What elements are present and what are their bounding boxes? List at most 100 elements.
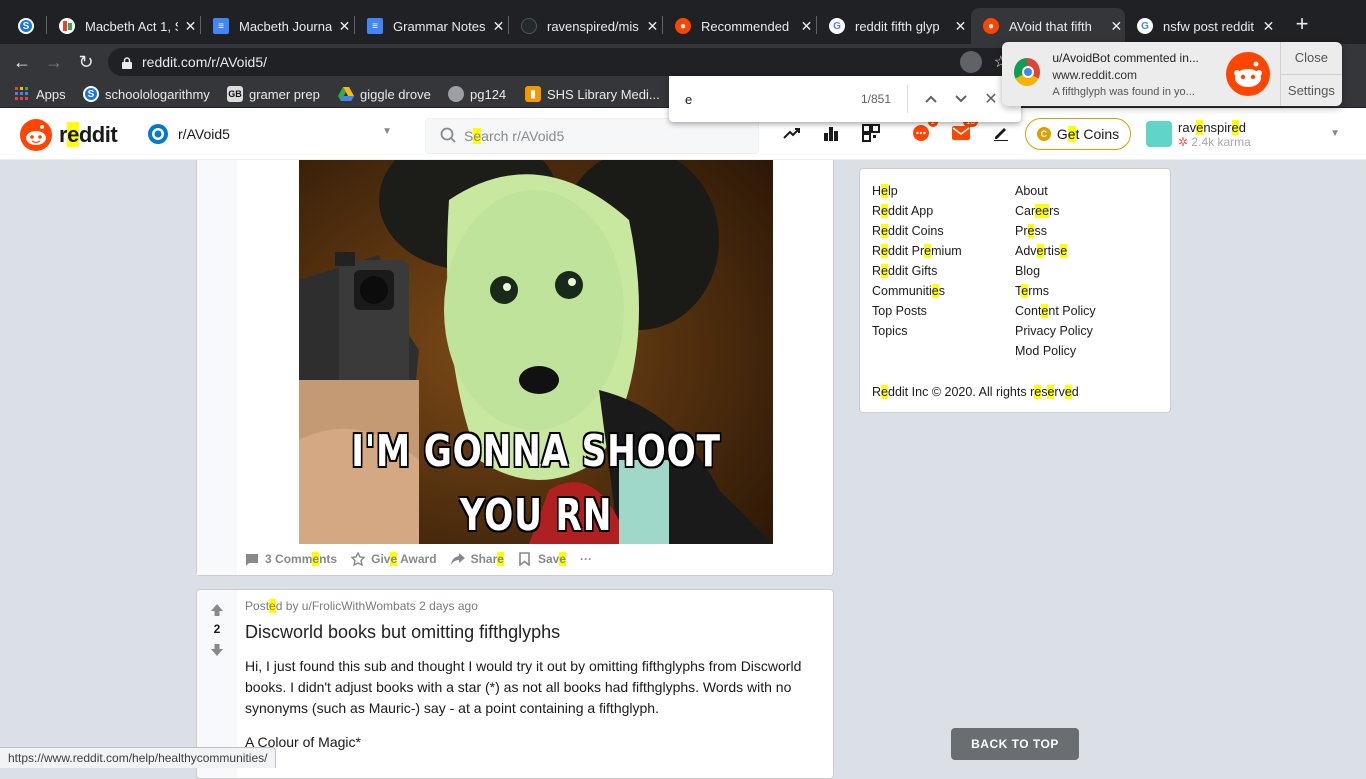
- bookmark-shs-library[interactable]: ▮ SHS Library Medi...: [525, 86, 660, 102]
- reddit-pass-icon[interactable]: [860, 122, 882, 144]
- zoom-icon[interactable]: [960, 51, 982, 73]
- new-tab-button[interactable]: +: [1290, 11, 1314, 36]
- footer-link-reddit-app[interactable]: Reddit App: [872, 203, 962, 223]
- reddit-logo[interactable]: reddit: [20, 119, 118, 151]
- close-tab-icon[interactable]: ✕: [336, 17, 353, 35]
- meme-caption-line1: I'M GONNA SHOOT: [351, 426, 721, 477]
- downvote-icon[interactable]: [209, 642, 225, 658]
- close-tab-icon[interactable]: ✕: [1108, 17, 1125, 35]
- footer-link-communities[interactable]: Communities: [872, 283, 962, 303]
- bookmark-label: giggle drove: [360, 86, 431, 102]
- footer-link-about[interactable]: About: [1015, 183, 1096, 203]
- chart-icon: [59, 18, 75, 34]
- footer-link-reddit-coins[interactable]: Reddit Coins: [872, 223, 962, 243]
- footer-link-reddit-premium[interactable]: Reddit Premium: [872, 243, 962, 263]
- notification-settings-button[interactable]: Settings: [1280, 73, 1342, 107]
- post-title[interactable]: Discworld books but omitting fifthglyphs: [245, 622, 560, 643]
- close-tab-icon[interactable]: ✕: [798, 17, 815, 35]
- footer-link-topics[interactable]: Topics: [872, 323, 962, 343]
- give-award-label: Give Award: [371, 552, 437, 566]
- search-icon: [440, 127, 456, 146]
- post-actions: 3 Comments Give Award Share Save ···: [245, 552, 606, 566]
- reddit-wordmark: reddit: [59, 122, 118, 147]
- notification-buttons: Close Settings: [1279, 42, 1342, 107]
- footer-link-terms[interactable]: Terms: [1015, 283, 1096, 303]
- save-button[interactable]: Save: [518, 552, 567, 566]
- close-tab-icon[interactable]: ✕: [182, 17, 199, 35]
- save-label: Save: [537, 552, 567, 566]
- tab-grammar-notes[interactable]: ≡ Grammar Notes ✕: [355, 8, 507, 44]
- user-menu[interactable]: ravenspired ✲ 2.4k karma ▼: [1146, 116, 1346, 152]
- tab-label: nsfw post reddit: [1163, 18, 1255, 34]
- footer-link-advertise[interactable]: Advertise: [1015, 243, 1096, 263]
- karma-count: ✲ 2.4k karma: [1178, 134, 1251, 149]
- trending-icon[interactable]: [781, 122, 803, 144]
- tab-nsfw-post[interactable]: G nsfw post reddit ✕: [1125, 8, 1277, 44]
- karma-text: 2.4k karma: [1191, 134, 1251, 149]
- footer-link-careers[interactable]: Careers: [1015, 203, 1096, 223]
- bookmark-giggle-drove[interactable]: giggle drove: [338, 86, 431, 102]
- back-to-top-button[interactable]: BACK TO TOP: [951, 728, 1079, 760]
- desktop-notification[interactable]: u/AvoidBot commented in... www.reddit.co…: [1002, 42, 1342, 106]
- user-info: ravenspired ✲ 2.4k karma: [1178, 119, 1251, 149]
- footer-link-top-posts[interactable]: Top Posts: [872, 303, 962, 323]
- footer-link-privacy-policy[interactable]: Privacy Policy: [1015, 323, 1096, 343]
- schoology-icon: S: [83, 86, 99, 102]
- bookmark-apps[interactable]: Apps: [14, 86, 66, 102]
- close-tab-icon[interactable]: ✕: [952, 17, 969, 35]
- find-match-count: 1/851: [860, 92, 891, 106]
- schoology-icon: S: [18, 18, 34, 34]
- address-bar[interactable]: reddit.com/r/AVoid5/ ☆: [108, 48, 1028, 76]
- footer-link-blog[interactable]: Blog: [1015, 263, 1096, 283]
- get-coins-button[interactable]: C Get Coins: [1025, 118, 1131, 150]
- post-card: 2 Posted by u/FrolicWithWombats 2 days a…: [196, 589, 834, 779]
- bookmark-schoology[interactable]: S schoolologarithmy: [83, 86, 210, 102]
- footer-link-content-policy[interactable]: Content Policy: [1015, 303, 1096, 323]
- footer-link-mod-policy[interactable]: Mod Policy: [1015, 343, 1096, 363]
- coin-icon: C: [1036, 127, 1051, 141]
- close-tab-icon[interactable]: ✕: [1260, 17, 1277, 35]
- apps-grid-icon: [14, 86, 30, 102]
- mail-icon[interactable]: 13: [950, 116, 978, 144]
- find-input[interactable]: e: [685, 92, 835, 107]
- google-icon: G: [829, 18, 845, 34]
- tab-macbeth-act[interactable]: Macbeth Act 1, S ✕: [47, 8, 199, 44]
- find-in-page-bar: e 1/851 ✕: [669, 76, 1021, 122]
- forward-button[interactable]: →: [42, 50, 66, 74]
- drive-icon: [338, 86, 354, 102]
- footer-link-reddit-gifts[interactable]: Reddit Gifts: [872, 263, 962, 283]
- bookmark-gramer-prep[interactable]: GB gramer prep: [227, 86, 320, 102]
- notification-close-button[interactable]: Close: [1281, 42, 1342, 74]
- find-previous-button[interactable]: [916, 84, 946, 114]
- tab-schoology[interactable]: S: [6, 8, 46, 44]
- google-icon: G: [1137, 18, 1153, 34]
- close-tab-icon[interactable]: ✕: [644, 17, 661, 35]
- stats-icon[interactable]: [820, 122, 842, 144]
- find-next-button[interactable]: [946, 84, 976, 114]
- comments-button[interactable]: 3 Comments: [245, 552, 337, 566]
- tab-macbeth-journal[interactable]: ≡ Macbeth Journa ✕: [201, 8, 353, 44]
- footer-link-help[interactable]: Help: [872, 183, 962, 203]
- notification-text: u/AvoidBot commented in... www.reddit.co…: [1052, 42, 1221, 106]
- bookmark-pg124[interactable]: pg124: [448, 86, 506, 102]
- tab-avoid-active[interactable]: ● AVoid that fifth ✕: [971, 8, 1125, 44]
- close-tab-icon[interactable]: ✕: [490, 17, 507, 35]
- upvote-icon[interactable]: [209, 602, 225, 618]
- post-image[interactable]: I'M GONNA SHOOT YOU RN: [299, 160, 773, 544]
- more-icon: ···: [580, 552, 593, 566]
- more-options-button[interactable]: ···: [580, 552, 592, 566]
- back-button[interactable]: ←: [10, 50, 34, 74]
- footer-link-press[interactable]: Press: [1015, 223, 1096, 243]
- vote-score: 2: [213, 622, 221, 636]
- tab-github[interactable]: ravenspired/mis ✕: [509, 8, 661, 44]
- create-post-icon[interactable]: [990, 122, 1012, 144]
- bookmark-label: SHS Library Medi...: [547, 86, 660, 102]
- reload-button[interactable]: ↻: [74, 50, 98, 74]
- tab-recommended[interactable]: ● Recommended ✕: [663, 8, 815, 44]
- subreddit-selector[interactable]: r/AVoid5 ▼: [148, 118, 398, 150]
- tab-reddit-fifth-glyph[interactable]: G reddit fifth glyp ✕: [817, 8, 969, 44]
- chat-icon[interactable]: 1: [910, 116, 938, 144]
- search-input[interactable]: Search r/AVoid5: [425, 118, 759, 154]
- give-award-button[interactable]: Give Award: [351, 552, 437, 566]
- share-button[interactable]: Share: [450, 552, 504, 566]
